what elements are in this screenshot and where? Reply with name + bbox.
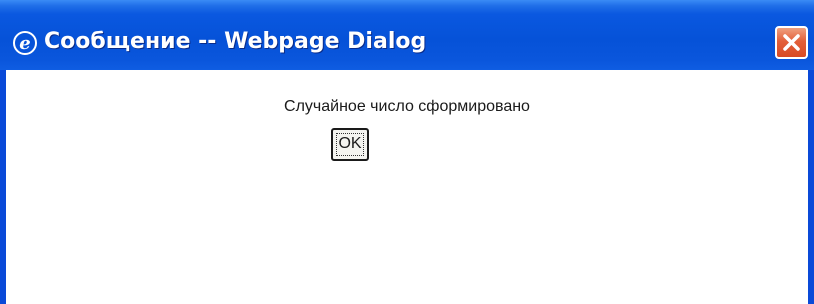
- window-title: Сообщение -- Webpage Dialog: [44, 29, 427, 54]
- ok-button-label: OK: [338, 135, 362, 152]
- svg-text:e: e: [19, 33, 30, 54]
- dialog-content: Случайное число сформировано OK: [6, 70, 808, 304]
- close-icon: [783, 34, 800, 51]
- dialog-window: e Сообщение -- Webpage Dialog Случайное …: [0, 0, 814, 304]
- close-button[interactable]: [775, 26, 808, 59]
- internet-explorer-icon: e: [12, 30, 38, 56]
- title-bar[interactable]: e Сообщение -- Webpage Dialog: [0, 0, 814, 70]
- ok-button[interactable]: OK: [331, 128, 369, 161]
- dialog-message: Случайное число сформировано: [284, 98, 530, 115]
